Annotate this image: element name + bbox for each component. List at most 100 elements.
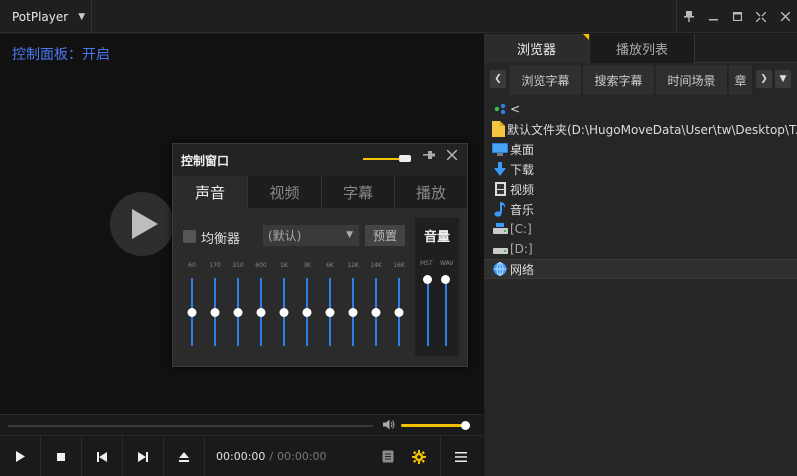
opacity-slider[interactable]	[363, 158, 403, 160]
chevron-left-icon[interactable]: ❮	[490, 70, 506, 88]
play-icon	[132, 209, 158, 239]
play-button[interactable]	[0, 436, 41, 476]
music-icon	[492, 201, 508, 217]
tab-browser-label: 浏览器	[516, 43, 556, 58]
tree-item-label: 音乐	[510, 202, 535, 217]
pin-icon[interactable]	[423, 150, 435, 163]
stop-icon	[57, 452, 65, 461]
tab-video[interactable]: 视频	[247, 176, 321, 208]
subtab-browse-subtitles[interactable]: 浏览字幕	[510, 65, 582, 95]
title-bar: PotPlayer ▼	[0, 0, 797, 33]
eq-band-handle[interactable]	[325, 307, 335, 317]
eq-band-label: 14K	[370, 262, 382, 269]
tree-item-label: [D:]	[510, 242, 533, 256]
chevron-right-icon[interactable]: ❯	[756, 70, 772, 88]
window-controls	[676, 0, 797, 33]
mst-volume-slider[interactable]	[427, 280, 429, 346]
eq-band-handle[interactable]	[371, 307, 381, 317]
volume-slider-handle[interactable]	[461, 421, 470, 430]
eject-button[interactable]	[164, 436, 205, 476]
time-display: 00:00:00/00:00:00	[216, 450, 327, 463]
mst-label: MST	[420, 260, 433, 267]
desktop-icon	[492, 142, 508, 156]
volume-slider[interactable]	[401, 424, 465, 427]
eq-band-label: 3K	[303, 262, 311, 269]
volume-box: 音量 MST WAV	[415, 218, 459, 356]
panel-tabs: 浏览器 播放列表	[484, 34, 797, 63]
wav-volume-handle[interactable]	[441, 275, 450, 284]
equalizer-preset-select[interactable]: (默认) ▼	[263, 225, 359, 246]
fullscreen-icon[interactable]	[749, 0, 773, 33]
total-time: 00:00:00	[277, 450, 327, 463]
menu-button[interactable]	[440, 436, 481, 476]
skip-back-icon	[97, 451, 107, 462]
control-window-tabs: 声音 视频 字幕 播放	[173, 176, 467, 208]
speaker-icon[interactable]	[383, 419, 395, 433]
opacity-slider-handle[interactable]	[399, 155, 411, 162]
tab-browser[interactable]: 浏览器	[484, 34, 589, 63]
pin-icon[interactable]	[677, 0, 701, 33]
eq-band-handle[interactable]	[233, 307, 243, 317]
stop-button[interactable]	[41, 436, 82, 476]
subtab-chapters[interactable]: 章	[729, 65, 753, 95]
volume-title: 音量	[423, 230, 450, 245]
subtab-time-scenes[interactable]: 时间场景	[656, 65, 728, 95]
equalizer-panel: 均衡器 (默认) ▼ 预置 音量 MST WAV 60 170 310 600 1K 3K…	[173, 208, 467, 366]
tree-item-up[interactable]: <	[484, 99, 797, 119]
hamburger-icon	[455, 451, 467, 462]
eq-band-label: 310	[232, 262, 244, 269]
tree-item-network[interactable]: 网络	[484, 259, 797, 279]
app-name: PotPlayer	[12, 9, 69, 24]
next-button[interactable]	[123, 436, 164, 476]
download-icon	[492, 162, 508, 176]
subtab-search-subtitles[interactable]: 搜索字幕	[583, 65, 655, 95]
chevron-down-icon[interactable]: ▼	[775, 70, 791, 88]
eq-band-handle[interactable]	[394, 307, 404, 317]
maximize-icon[interactable]	[725, 0, 749, 33]
equalizer-checkbox[interactable]	[183, 230, 196, 243]
seek-bar[interactable]	[8, 425, 373, 427]
tree-item-drive-d[interactable]: [D:]	[484, 239, 797, 259]
tree-item-videos[interactable]: 视频	[484, 179, 797, 199]
control-window-button[interactable]	[398, 436, 439, 476]
tab-subtitles[interactable]: 字幕	[321, 176, 394, 208]
tree-item-music[interactable]: 音乐	[484, 199, 797, 219]
network-icon	[492, 262, 508, 276]
preset-button[interactable]: 预置	[365, 225, 405, 246]
file-tree: < 默认文件夹(D:\HugoMoveData\User\tw\Desktop\…	[484, 99, 797, 279]
eq-band-label: 16K	[393, 262, 405, 269]
tree-item-drive-c[interactable]: [C:]	[484, 219, 797, 239]
eq-band-label: 600	[255, 262, 267, 269]
eq-band-handle[interactable]	[302, 307, 312, 317]
close-icon[interactable]	[446, 149, 458, 164]
tree-item-default-folder[interactable]: 默认文件夹(D:\HugoMoveData\User\tw\Desktop\T.…	[484, 119, 797, 139]
eq-band-label: 1K	[280, 262, 288, 269]
skip-forward-icon	[138, 451, 148, 462]
chevron-down-icon: ▼	[346, 230, 353, 240]
eq-band-handle[interactable]	[210, 307, 220, 317]
tree-item-label: 下载	[510, 162, 535, 177]
eq-band-handle[interactable]	[187, 307, 197, 317]
tree-item-label: 桌面	[510, 142, 535, 157]
wav-volume-slider[interactable]	[445, 280, 447, 346]
browser-subtabs: ❮ 浏览字幕 搜索字幕 时间场景 章 ❯ ▼	[484, 65, 797, 95]
tree-item-desktop[interactable]: 桌面	[484, 139, 797, 159]
mst-volume-handle[interactable]	[423, 275, 432, 284]
previous-button[interactable]	[82, 436, 123, 476]
app-menu-button[interactable]: PotPlayer ▼	[0, 0, 92, 33]
control-window: 控制窗口 声音 视频 字幕 播放 均衡器 (默认) ▼ 预置 音量 MST WA…	[172, 143, 468, 367]
osd-message: 控制面板：开启	[12, 47, 110, 63]
tree-item-label: 视频	[510, 182, 535, 197]
big-play-button[interactable]	[110, 192, 174, 256]
eq-band-handle[interactable]	[256, 307, 266, 317]
tree-item-downloads[interactable]: 下载	[484, 159, 797, 179]
eq-band-handle[interactable]	[348, 307, 358, 317]
close-icon[interactable]	[773, 0, 797, 33]
tab-playlist[interactable]: 播放列表	[589, 34, 695, 63]
chevron-down-icon: ▼	[78, 11, 86, 22]
tab-audio[interactable]: 声音	[173, 176, 247, 208]
tab-playback[interactable]: 播放	[394, 176, 467, 208]
eq-band-handle[interactable]	[279, 307, 289, 317]
minimize-icon[interactable]	[701, 0, 725, 33]
eq-band-label: 12K	[347, 262, 359, 269]
